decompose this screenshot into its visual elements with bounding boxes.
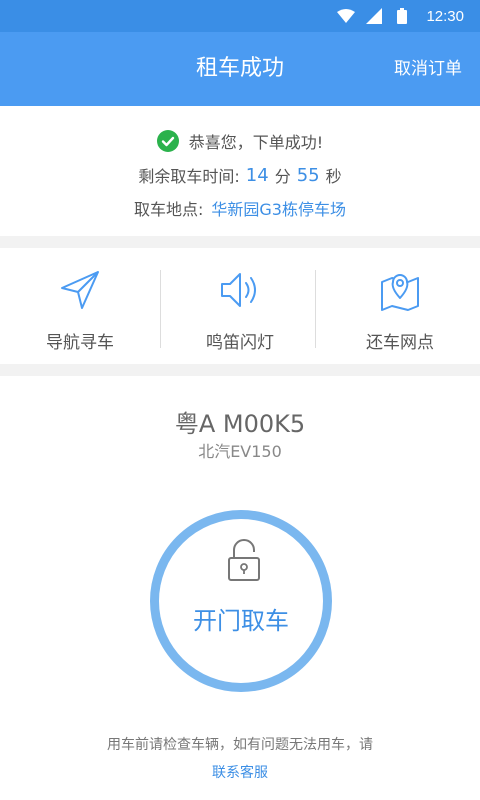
success-row: 恭喜您，下单成功!: [0, 128, 480, 154]
pickup-location-row: 取车地点: 华新园G3栋停车场: [0, 195, 480, 221]
status-time: 12:30: [426, 7, 464, 25]
unlock-icon: [228, 539, 260, 581]
map-pin-icon: [381, 274, 419, 311]
cancel-order-button[interactable]: 取消订单: [394, 32, 462, 106]
app-bar: 租车成功 取消订单: [0, 32, 480, 106]
usage-notice: 用车前请检查车辆，如有问题无法用车，请: [107, 737, 373, 753]
contact-support-link[interactable]: 联系客服: [0, 762, 480, 782]
license-plate: 粤A M00K5: [174, 410, 306, 438]
remaining-time-label: 剩余取车时间:: [138, 167, 240, 186]
unlock-label: 开门取车: [193, 607, 289, 635]
return-points-label: 还车网点: [366, 333, 434, 353]
status-bar: 12:30: [0, 0, 480, 32]
unlock-car-button[interactable]: 开门取车: [150, 510, 332, 692]
check-circle-icon: [156, 130, 179, 152]
minutes-unit: 分: [274, 167, 291, 186]
remaining-seconds: 55: [296, 164, 320, 186]
return-points-button[interactable]: 还车网点: [320, 248, 480, 364]
car-model: 北汽EV150: [198, 442, 282, 461]
battery-icon: [392, 6, 412, 26]
order-success-card: 恭喜您，下单成功! 剩余取车时间: 14 分 55 秒 取车地点: 华新园G3栋…: [0, 106, 480, 236]
success-message: 恭喜您，下单成功!: [188, 133, 324, 152]
honk-flash-button[interactable]: 鸣笛闪灯: [160, 248, 320, 364]
divider: [315, 270, 316, 348]
seconds-unit: 秒: [325, 167, 342, 186]
signal-icon: [364, 6, 384, 26]
navigate-to-car-button[interactable]: 导航寻车: [0, 248, 160, 364]
quick-actions-card: 导航寻车 鸣笛闪灯 还车网点: [0, 248, 480, 364]
car-info-card: 粤A M00K5 北汽EV150 开门取车 用车前请检查车辆，如有问题无法用车，…: [0, 376, 480, 800]
pickup-location-link[interactable]: 华新园G3栋停车场: [211, 196, 346, 220]
speaker-icon: [221, 273, 256, 307]
navigation-icon: [61, 271, 99, 309]
remaining-minutes: 14: [245, 164, 269, 186]
pickup-location-label: 取车地点:: [134, 200, 204, 219]
navigate-label: 导航寻车: [46, 333, 114, 353]
wifi-icon: [336, 6, 356, 26]
remaining-time-row: 剩余取车时间: 14 分 55 秒: [0, 162, 480, 188]
honk-flash-label: 鸣笛闪灯: [206, 333, 274, 353]
